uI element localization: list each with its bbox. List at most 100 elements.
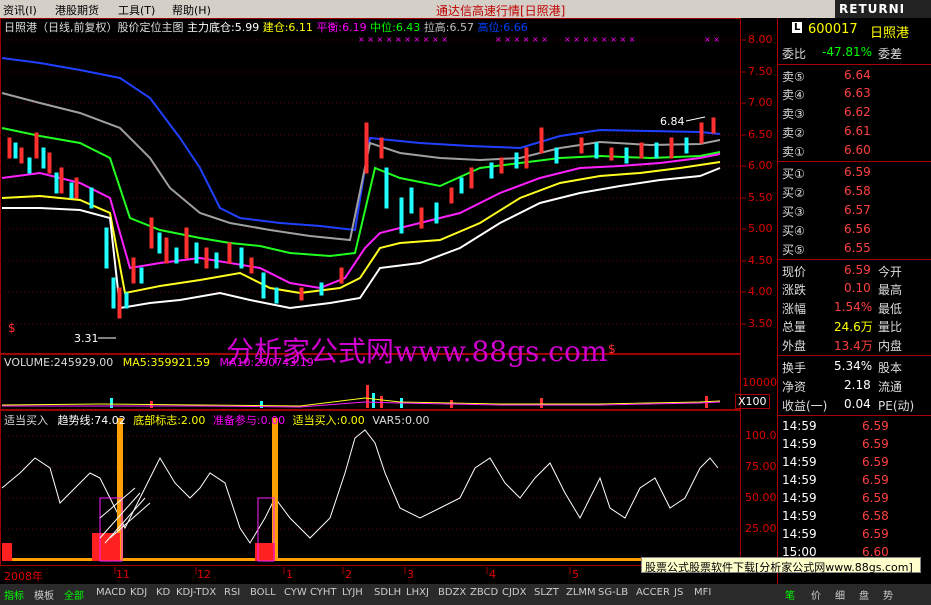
tab-zlmm[interactable]: ZLMM: [564, 587, 598, 598]
buy-row-4[interactable]: 买④ 6.56: [778, 221, 931, 239]
date-tick: 11: [116, 568, 130, 581]
sell-row-1[interactable]: 卖① 6.60: [778, 142, 931, 160]
menu-item-help[interactable]: 帮助(H): [172, 2, 211, 18]
tab-indicator[interactable]: 指标: [2, 587, 26, 602]
tick-row: 14:59 6.59: [782, 419, 889, 433]
sell-row-3[interactable]: 卖③ 6.62: [778, 104, 931, 122]
volume-ma10: MA10:290743.19: [219, 356, 314, 369]
osc-trend-line: [1, 429, 719, 544]
indicator-build: 建仓:6.11: [262, 21, 313, 34]
stat-row-eps: 收益(一) 0.04 PE(动): [782, 397, 915, 413]
footer-tooltip: 股票公式股票软件下载[分析家公式网www.88gs.com]: [641, 557, 921, 574]
price-tick: 8.00: [748, 33, 773, 46]
menu-bar: 资讯(I) 港股期货 工具(T) 帮助(H) 通达信高速行情[日照港] RETU…: [0, 0, 931, 18]
tab-sdlh[interactable]: SDLH: [372, 587, 403, 598]
signal-dollar-2: $: [608, 342, 616, 356]
main-chart-area[interactable]: × × × × × × × × × × × × × × × × × × × × …: [0, 18, 777, 605]
tab-template[interactable]: 模板: [32, 587, 56, 602]
tick-row: 14:59 6.58: [782, 509, 889, 523]
buy-row-2[interactable]: 买② 6.58: [778, 183, 931, 201]
tab-cyw[interactable]: CYW: [282, 587, 309, 598]
tab-detail[interactable]: 细: [833, 587, 847, 602]
stat-row-pct: 涨幅 1.54% 最低: [782, 300, 903, 316]
stock-name: 日照港: [870, 26, 910, 41]
tab-accer[interactable]: ACCER: [634, 587, 672, 598]
tab-lyjh[interactable]: LYJH: [340, 587, 365, 598]
tab-sg-lb[interactable]: SG-LB: [596, 587, 630, 598]
tab-lhxj[interactable]: LHXJ: [404, 587, 431, 598]
sell-row-4[interactable]: 卖④ 6.63: [778, 85, 931, 103]
tab-js[interactable]: JS: [672, 587, 685, 598]
menu-item-hk-futures[interactable]: 港股期货: [55, 2, 99, 18]
osc-header: 适当买入 趋势线:74.02 底部标志:2.00 准备参与:0.00 适当买入:…: [4, 412, 430, 428]
tab-boll[interactable]: BOLL: [248, 587, 278, 598]
indicator-base: 主力底仓:5.99: [187, 21, 260, 34]
weibi-label: 委比: [782, 47, 807, 61]
osc-var5: VAR5:0.00: [372, 414, 430, 427]
tab-macd[interactable]: MACD: [94, 587, 128, 598]
date-tick: 5: [572, 568, 579, 581]
date-tick: 1: [286, 568, 293, 581]
osc-tick: 25.00: [745, 522, 777, 535]
signal-markers: × × × × × × × × × × × × × × × × × × × × …: [358, 35, 720, 44]
stat-row-change: 涨跌 0.10 最高: [782, 281, 903, 297]
tab-mfi[interactable]: MFI: [692, 587, 713, 598]
tab-book[interactable]: 盘: [857, 587, 871, 602]
price-header: 日照港（日线,前复权）股价定位主图 主力底仓:5.99 建仓:6.11 平衡:6…: [4, 19, 528, 35]
date-tick: 12: [197, 568, 211, 581]
svg-text:× ×: × ×: [704, 35, 720, 44]
indicator-mid: 中位:6.43: [370, 21, 421, 34]
sell-row-5[interactable]: 卖⑤ 6.64: [778, 67, 931, 85]
osc-trend: 趋势线:74.02: [57, 414, 126, 427]
price-tick: 6.50: [748, 128, 773, 141]
buy-row-5[interactable]: 买⑤ 6.55: [778, 240, 931, 258]
tab-kdj[interactable]: KDJ: [128, 587, 149, 598]
tick-row: 14:59 6.59: [782, 437, 889, 451]
price-tick: 5.50: [748, 191, 773, 204]
tab-trend[interactable]: 势: [881, 587, 895, 602]
volume-header: VOLUME:245929.00 MA5:359921.59 MA10:2907…: [4, 356, 314, 369]
chart-title: 日照港（日线,前复权）股价定位主图: [4, 21, 184, 34]
window-title: 通达信高速行情[日照港]: [436, 4, 566, 18]
weibi-row: 委比 -47.81% 委差: [778, 44, 931, 62]
indicator-high: 高位:6.66: [477, 21, 528, 34]
osc-spike-2: [272, 418, 278, 561]
stat-row-price: 现价 6.59 今开: [782, 263, 903, 279]
tab-slzt[interactable]: SLZT: [532, 587, 561, 598]
price-tick: 7.50: [748, 65, 773, 78]
sell-row-2[interactable]: 卖② 6.61: [778, 123, 931, 141]
candles: [7, 117, 716, 319]
annotation-high: 6.84: [660, 115, 685, 128]
price-tick: 6.00: [748, 159, 773, 172]
tab-rsi[interactable]: RSI: [222, 587, 242, 598]
osc-prepare: 准备参与:0.00: [212, 414, 286, 427]
tab-zbcd[interactable]: ZBCD: [468, 587, 500, 598]
svg-text:× × × × × ×: × × × × × ×: [495, 35, 548, 44]
buy-row-1[interactable]: 买① 6.59: [778, 164, 931, 182]
buy-row-3[interactable]: 买③ 6.57: [778, 202, 931, 220]
price-tick: 7.00: [748, 96, 773, 109]
stock-code: 600017: [808, 22, 858, 37]
tick-row: 14:59 6.59: [782, 455, 889, 469]
indicator-pull-up: 拉高:6.57: [423, 21, 475, 34]
line-high-position: [1, 57, 721, 232]
tab-cjdx[interactable]: CJDX: [500, 587, 528, 598]
date-tick: 2008年: [4, 570, 43, 583]
osc-tick: 75.00: [745, 460, 777, 473]
tab-bdzx[interactable]: BDZX: [436, 587, 468, 598]
tab-kdj-tdx[interactable]: KDJ-TDX: [174, 587, 218, 598]
osc-tick: 100.0: [745, 429, 777, 442]
tab-trades[interactable]: 笔: [783, 587, 797, 602]
price-tick: 4.50: [748, 254, 773, 267]
tab-cyht[interactable]: CYHT: [308, 587, 339, 598]
weibi-value: -47.81%: [822, 45, 873, 59]
osc-block-1: [2, 543, 12, 561]
volume-unit: X100: [735, 394, 770, 409]
menu-item-info[interactable]: 资讯(I): [3, 2, 37, 18]
tab-all[interactable]: 全部: [62, 587, 86, 602]
svg-text:× × × × × × × × × ×: × × × × × × × × × ×: [358, 35, 448, 44]
tab-kd[interactable]: KD: [154, 587, 172, 598]
menu-item-tools[interactable]: 工具(T): [118, 2, 155, 18]
tab-price[interactable]: 价: [809, 587, 823, 602]
stat-row-nav: 净资 2.18 流通: [782, 378, 903, 394]
